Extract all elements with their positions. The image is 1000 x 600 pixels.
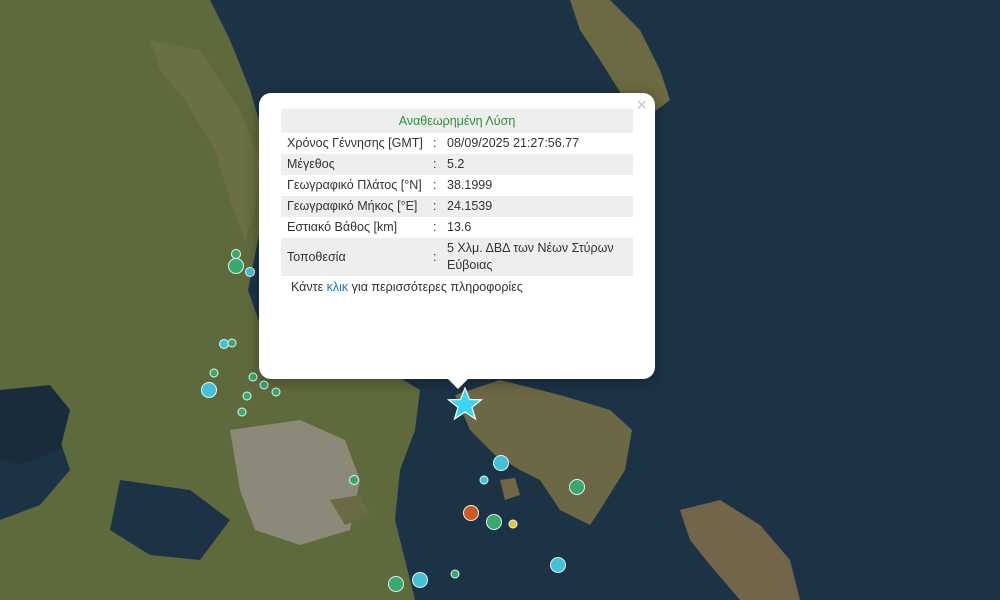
earthquake-marker[interactable] <box>228 258 244 274</box>
earthquake-marker[interactable] <box>493 455 509 471</box>
table-row: Γεωγραφικό Πλάτος [°N] : 38.1999 <box>281 175 633 196</box>
earthquake-marker[interactable] <box>245 267 255 277</box>
row-value: 08/09/2025 21:27:56.77 <box>447 136 580 150</box>
earthquake-marker[interactable] <box>479 475 489 485</box>
footer-suffix: για περισσότερες πληροφορίες <box>348 280 523 294</box>
more-info-text: Κάντε κλικ για περισσότερες πληροφορίες <box>281 280 633 294</box>
more-info-link[interactable]: κλικ <box>327 280 349 294</box>
row-label: Γεωγραφικό Πλάτος [°N] <box>287 178 422 192</box>
earthquake-marker[interactable] <box>569 479 585 495</box>
star-icon[interactable] <box>447 386 483 422</box>
earthquake-marker[interactable] <box>227 338 237 348</box>
earthquake-marker[interactable] <box>486 514 502 530</box>
row-separator: : <box>433 238 441 276</box>
popup-title: Αναθεωρημένη Λύση <box>281 109 633 133</box>
earthquake-marker[interactable] <box>450 569 460 579</box>
footer-prefix: Κάντε <box>291 280 327 294</box>
earthquake-marker[interactable] <box>231 249 241 259</box>
row-separator: : <box>433 178 437 192</box>
info-table: Αναθεωρημένη Λύση Χρόνος Γέννησης [GMT] … <box>281 109 633 276</box>
row-label: Τοποθεσία <box>281 238 433 276</box>
row-value: 13.6 <box>447 220 472 234</box>
table-row: Εστιακό Βάθος [km] : 13.6 <box>281 217 633 238</box>
table-row: Γεωγραφικό Μήκος [°E] : 24.1539 <box>281 196 633 217</box>
earthquake-marker[interactable] <box>463 505 479 521</box>
row-separator: : <box>433 136 437 150</box>
earthquake-marker[interactable] <box>508 519 518 529</box>
earthquake-info-popup: × Αναθεωρημένη Λύση Χρόνος Γέννησης [GMT… <box>259 93 655 379</box>
row-value: 38.1999 <box>447 178 493 192</box>
earthquake-marker[interactable] <box>550 557 566 573</box>
earthquake-marker[interactable] <box>237 407 247 417</box>
earthquake-marker[interactable] <box>248 372 258 382</box>
row-separator: : <box>433 196 441 217</box>
row-value: 5 Χλμ. ΔΒΔ των Νέων Στύρων Εύβοιας <box>441 238 633 276</box>
earthquake-marker[interactable] <box>201 382 217 398</box>
earthquake-marker[interactable] <box>388 576 404 592</box>
row-label: Χρόνος Γέννησης [GMT] <box>287 136 423 150</box>
row-label: Γεωγραφικό Μήκος [°E] <box>281 196 433 217</box>
row-label: Μέγεθος <box>281 154 433 175</box>
earthquake-marker[interactable] <box>209 368 219 378</box>
earthquake-marker[interactable] <box>412 572 428 588</box>
earthquake-marker[interactable] <box>242 391 252 401</box>
earthquake-marker[interactable] <box>259 380 269 390</box>
row-label: Εστιακό Βάθος [km] <box>287 220 398 234</box>
map-view[interactable]: × Αναθεωρημένη Λύση Χρόνος Γέννησης [GMT… <box>0 0 1000 600</box>
row-value: 24.1539 <box>441 196 633 217</box>
row-separator: : <box>433 220 437 234</box>
table-row: Τοποθεσία : 5 Χλμ. ΔΒΔ των Νέων Στύρων Ε… <box>281 238 633 276</box>
row-value: 5.2 <box>441 154 633 175</box>
popup-pointer <box>447 378 469 389</box>
close-icon[interactable]: × <box>636 96 647 114</box>
table-row: Χρόνος Γέννησης [GMT] : 08/09/2025 21:27… <box>281 133 633 154</box>
row-separator: : <box>433 154 441 175</box>
earthquake-marker[interactable] <box>349 475 359 485</box>
earthquake-marker[interactable] <box>271 387 281 397</box>
table-row: Μέγεθος : 5.2 <box>281 154 633 175</box>
